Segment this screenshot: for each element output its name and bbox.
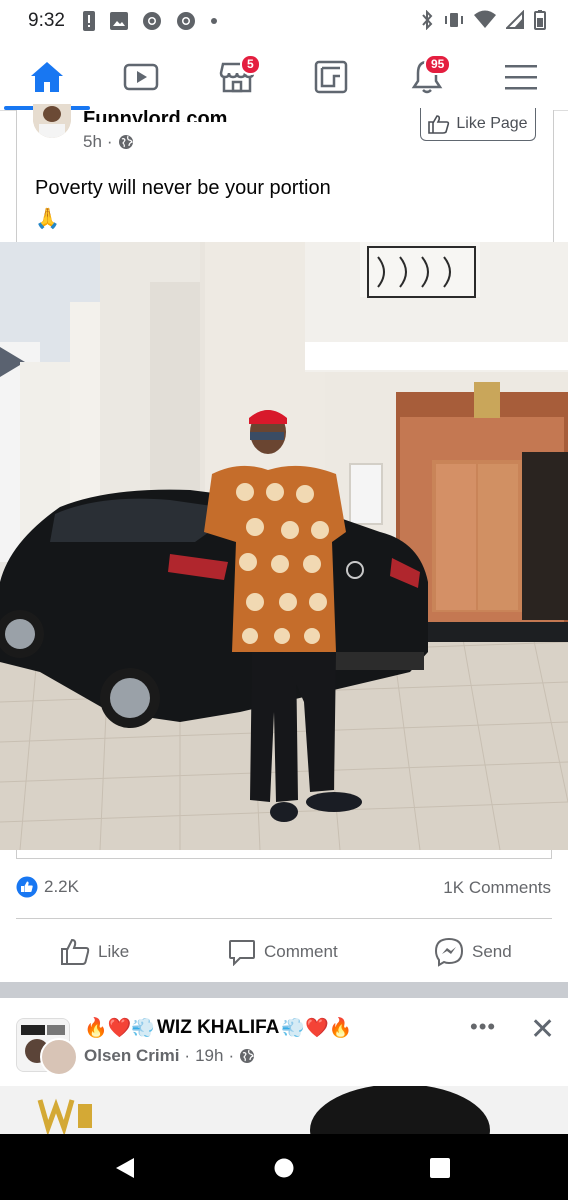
post-photo[interactable] [0, 242, 568, 850]
post2-title-name: WIZ KHALIFA [156, 1017, 280, 1038]
photo-border [16, 850, 552, 859]
globe-icon [118, 135, 133, 149]
meta-dot: · [106, 132, 113, 151]
like-label: Like [98, 942, 130, 961]
page-avatar[interactable] [33, 104, 71, 138]
globe-icon [240, 1049, 255, 1063]
meta-dot: · [184, 1046, 191, 1065]
messenger-icon [434, 937, 464, 967]
bluetooth-icon [422, 10, 433, 30]
thumbs-up-outline-icon [428, 115, 450, 134]
menu-icon [505, 65, 537, 90]
comment-button[interactable]: Comment [228, 934, 338, 970]
post2-time[interactable]: 19h [195, 1046, 223, 1066]
recents-icon[interactable] [430, 1158, 450, 1178]
vibrate-icon [445, 13, 463, 27]
author-avatar[interactable] [40, 1038, 78, 1076]
post2-title[interactable]: 🔥❤️💨 WIZ KHALIFA 💨❤️🔥 [84, 1016, 352, 1040]
watch-icon [123, 63, 159, 91]
battery-icon [534, 10, 546, 30]
notification-icons [82, 11, 218, 31]
comments-count[interactable]: 1K Comments [443, 878, 551, 898]
signal-icon [506, 10, 524, 29]
thumbs-up-icon [61, 938, 90, 965]
divider [16, 918, 552, 919]
tab-feeds[interactable] [286, 44, 376, 110]
facebook-nav-bar: 5 95 [0, 44, 568, 111]
image-icon [110, 12, 128, 30]
tab-notifications[interactable]: 95 [382, 44, 472, 110]
tab-menu[interactable] [476, 44, 566, 110]
chrome-icon-2 [177, 12, 195, 30]
post-time[interactable]: 5h [83, 132, 102, 152]
post2-author[interactable]: Olsen Crimi [84, 1046, 179, 1066]
send-label: Send [472, 942, 512, 961]
comment-label: Comment [264, 942, 338, 961]
post-emoji: 🙏 [35, 208, 60, 230]
post2-meta: Olsen Crimi · 19h · [84, 1046, 255, 1066]
like-reaction-icon [16, 876, 38, 898]
like-page-label: Like Page [456, 115, 528, 132]
notifications-badge: 95 [424, 54, 452, 75]
like-button[interactable]: Like [60, 934, 129, 970]
status-time: 9:32 [28, 10, 65, 31]
page-name[interactable]: Funnylord.com [83, 104, 227, 122]
system-icons [420, 10, 546, 30]
android-nav-bar [0, 1134, 568, 1200]
reaction-count: 2.2K [44, 877, 79, 896]
post-text: Poverty will never be your portion [35, 177, 331, 199]
dot-icon [211, 18, 217, 24]
home-circle-icon[interactable] [274, 1158, 294, 1178]
tab-marketplace[interactable]: 5 [192, 44, 282, 110]
comment-icon [229, 940, 255, 966]
feeds-icon [314, 60, 348, 94]
status-bar: 9:32 [0, 0, 568, 44]
reactions-summary[interactable]: 2.2K [16, 876, 79, 898]
alert-icon [83, 11, 95, 31]
meta-dot: · [228, 1046, 235, 1065]
hide-post-button[interactable]: ✕ [530, 1012, 555, 1047]
home-icon [31, 62, 63, 92]
like-page-button[interactable]: Like Page [420, 108, 536, 141]
next-post-card: 🔥❤️💨 WIZ KHALIFA 💨❤️🔥 Olsen Crimi · 19h … [0, 998, 568, 1134]
post2-image[interactable] [0, 1086, 568, 1134]
wifi-icon [474, 10, 496, 28]
back-icon[interactable] [114, 1157, 136, 1179]
tab-watch[interactable] [96, 44, 186, 110]
marketplace-badge: 5 [240, 54, 261, 75]
send-button[interactable]: Send [434, 934, 512, 970]
more-options-button[interactable]: ••• [470, 1014, 496, 1040]
photo-illustration [0, 242, 568, 850]
post-meta: 5h · [83, 132, 134, 152]
post-card: Funnylord.com 5h · Like Page Poverty wil… [16, 104, 554, 242]
tab-home[interactable] [2, 44, 92, 110]
feed-separator [0, 982, 568, 998]
chrome-icon [143, 12, 161, 30]
post2-title-prefix: 🔥❤️💨 [84, 1018, 155, 1039]
post2-title-suffix: 💨❤️🔥 [281, 1018, 353, 1039]
